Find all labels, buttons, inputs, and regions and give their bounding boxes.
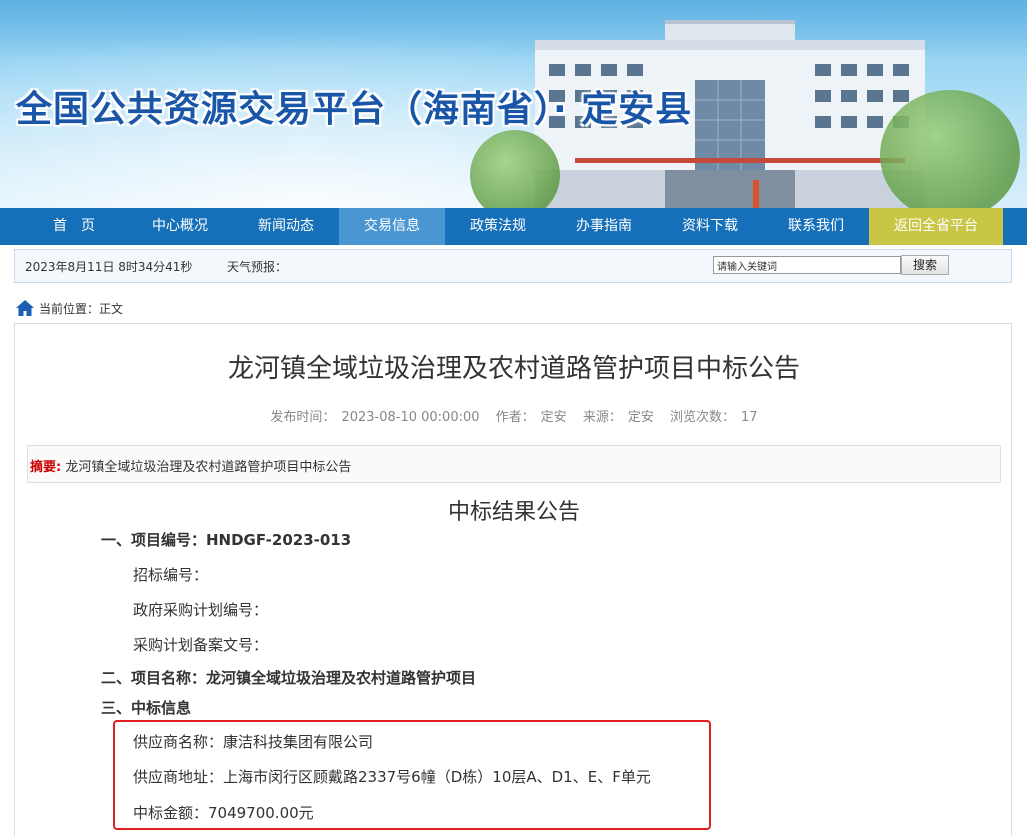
article-summary: 摘要: 龙河镇全域垃圾治理及农村道路管护项目中标公告 <box>27 445 1001 483</box>
tree-right <box>880 90 1020 208</box>
summary-label: 摘要: <box>30 460 62 475</box>
article-container: 龙河镇全域垃圾治理及农村道路管护项目中标公告 发布时间： 2023-08-10 0… <box>14 323 1012 836</box>
search-button[interactable]: 搜索 <box>901 255 949 275</box>
author: 作者： 定安 <box>493 410 570 425</box>
article-title: 龙河镇全域垃圾治理及农村道路管护项目中标公告 <box>227 354 800 384</box>
views-label: 浏览次数： <box>670 410 736 425</box>
breadcrumb-label: 当前位置： <box>39 301 100 316</box>
breadcrumb: 当前位置： 正文 <box>15 298 123 318</box>
site-banner: 全国公共资源交易平台（海南省）· 定安县 <box>0 0 1027 208</box>
info-bar: 2023年8月11日 8时34分41秒 天气预报： 搜索 <box>14 249 1012 283</box>
author-value: 定安 <box>540 410 567 425</box>
nav-trading-info[interactable]: 交易信息 <box>339 208 445 245</box>
publish-time-value: 2023-08-10 00:00:00 <box>341 410 480 425</box>
home-icon <box>16 300 34 316</box>
section-project-number: 一、项目编号：HNDGF-2023-013 <box>101 531 352 549</box>
current-datetime: 2023年8月11日 8时34分41秒 <box>25 260 193 274</box>
tender-number: 招标编号： <box>133 566 209 584</box>
plan-number: 政府采购计划编号： <box>133 601 269 619</box>
search-input[interactable] <box>713 256 901 274</box>
nav-guide[interactable]: 办事指南 <box>551 208 657 245</box>
award-amount: 中标金额：7049700.00元 <box>133 804 314 822</box>
nav-policies[interactable]: 政策法规 <box>445 208 551 245</box>
source: 来源： 定安 <box>580 410 657 425</box>
article-meta: 发布时间： 2023-08-10 00:00:00 作者： 定安 来源： 定安 浏览次… <box>15 406 1013 425</box>
breadcrumb-current: 正文 <box>99 301 124 316</box>
publish-time: 发布时间： 2023-08-10 00:00:00 <box>267 410 482 425</box>
author-label: 作者： <box>495 410 535 425</box>
summary-text: 龙河镇全域垃圾治理及农村道路管护项目中标公告 <box>65 460 352 475</box>
views: 浏览次数： 17 <box>667 410 761 425</box>
section-award-info: 三、中标信息 <box>101 699 192 717</box>
section-project-name: 二、项目名称：龙河镇全域垃圾治理及农村道路管护项目 <box>101 669 477 687</box>
supplier-name: 供应商名称：康洁科技集团有限公司 <box>133 733 374 751</box>
nav-news[interactable]: 新闻动态 <box>233 208 339 245</box>
views-value: 17 <box>741 410 758 425</box>
site-title: 全国公共资源交易平台（海南省）· 定安县 <box>16 89 693 130</box>
nav-downloads[interactable]: 资料下载 <box>657 208 763 245</box>
source-label: 来源： <box>582 410 622 425</box>
nav-contact[interactable]: 联系我们 <box>763 208 869 245</box>
publish-time-label: 发布时间： <box>270 410 336 425</box>
weather-label: 天气预报： <box>227 260 288 274</box>
source-value: 定安 <box>627 410 654 425</box>
filing-number: 采购计划备案文号： <box>133 636 269 654</box>
nav-return-provincial[interactable]: 返回全省平台 <box>869 208 1003 245</box>
supplier-address: 供应商地址：上海市闵行区顾戴路2337号6幢（D栋）10层A、D1、E、F单元 <box>133 768 651 786</box>
doc-title: 中标结果公告 <box>447 500 580 525</box>
nav-center-overview[interactable]: 中心概况 <box>127 208 233 245</box>
main-nav: 首 页 中心概况 新闻动态 交易信息 政策法规 办事指南 资料下载 联系我们 返… <box>0 208 1027 245</box>
nav-home[interactable]: 首 页 <box>21 208 127 245</box>
